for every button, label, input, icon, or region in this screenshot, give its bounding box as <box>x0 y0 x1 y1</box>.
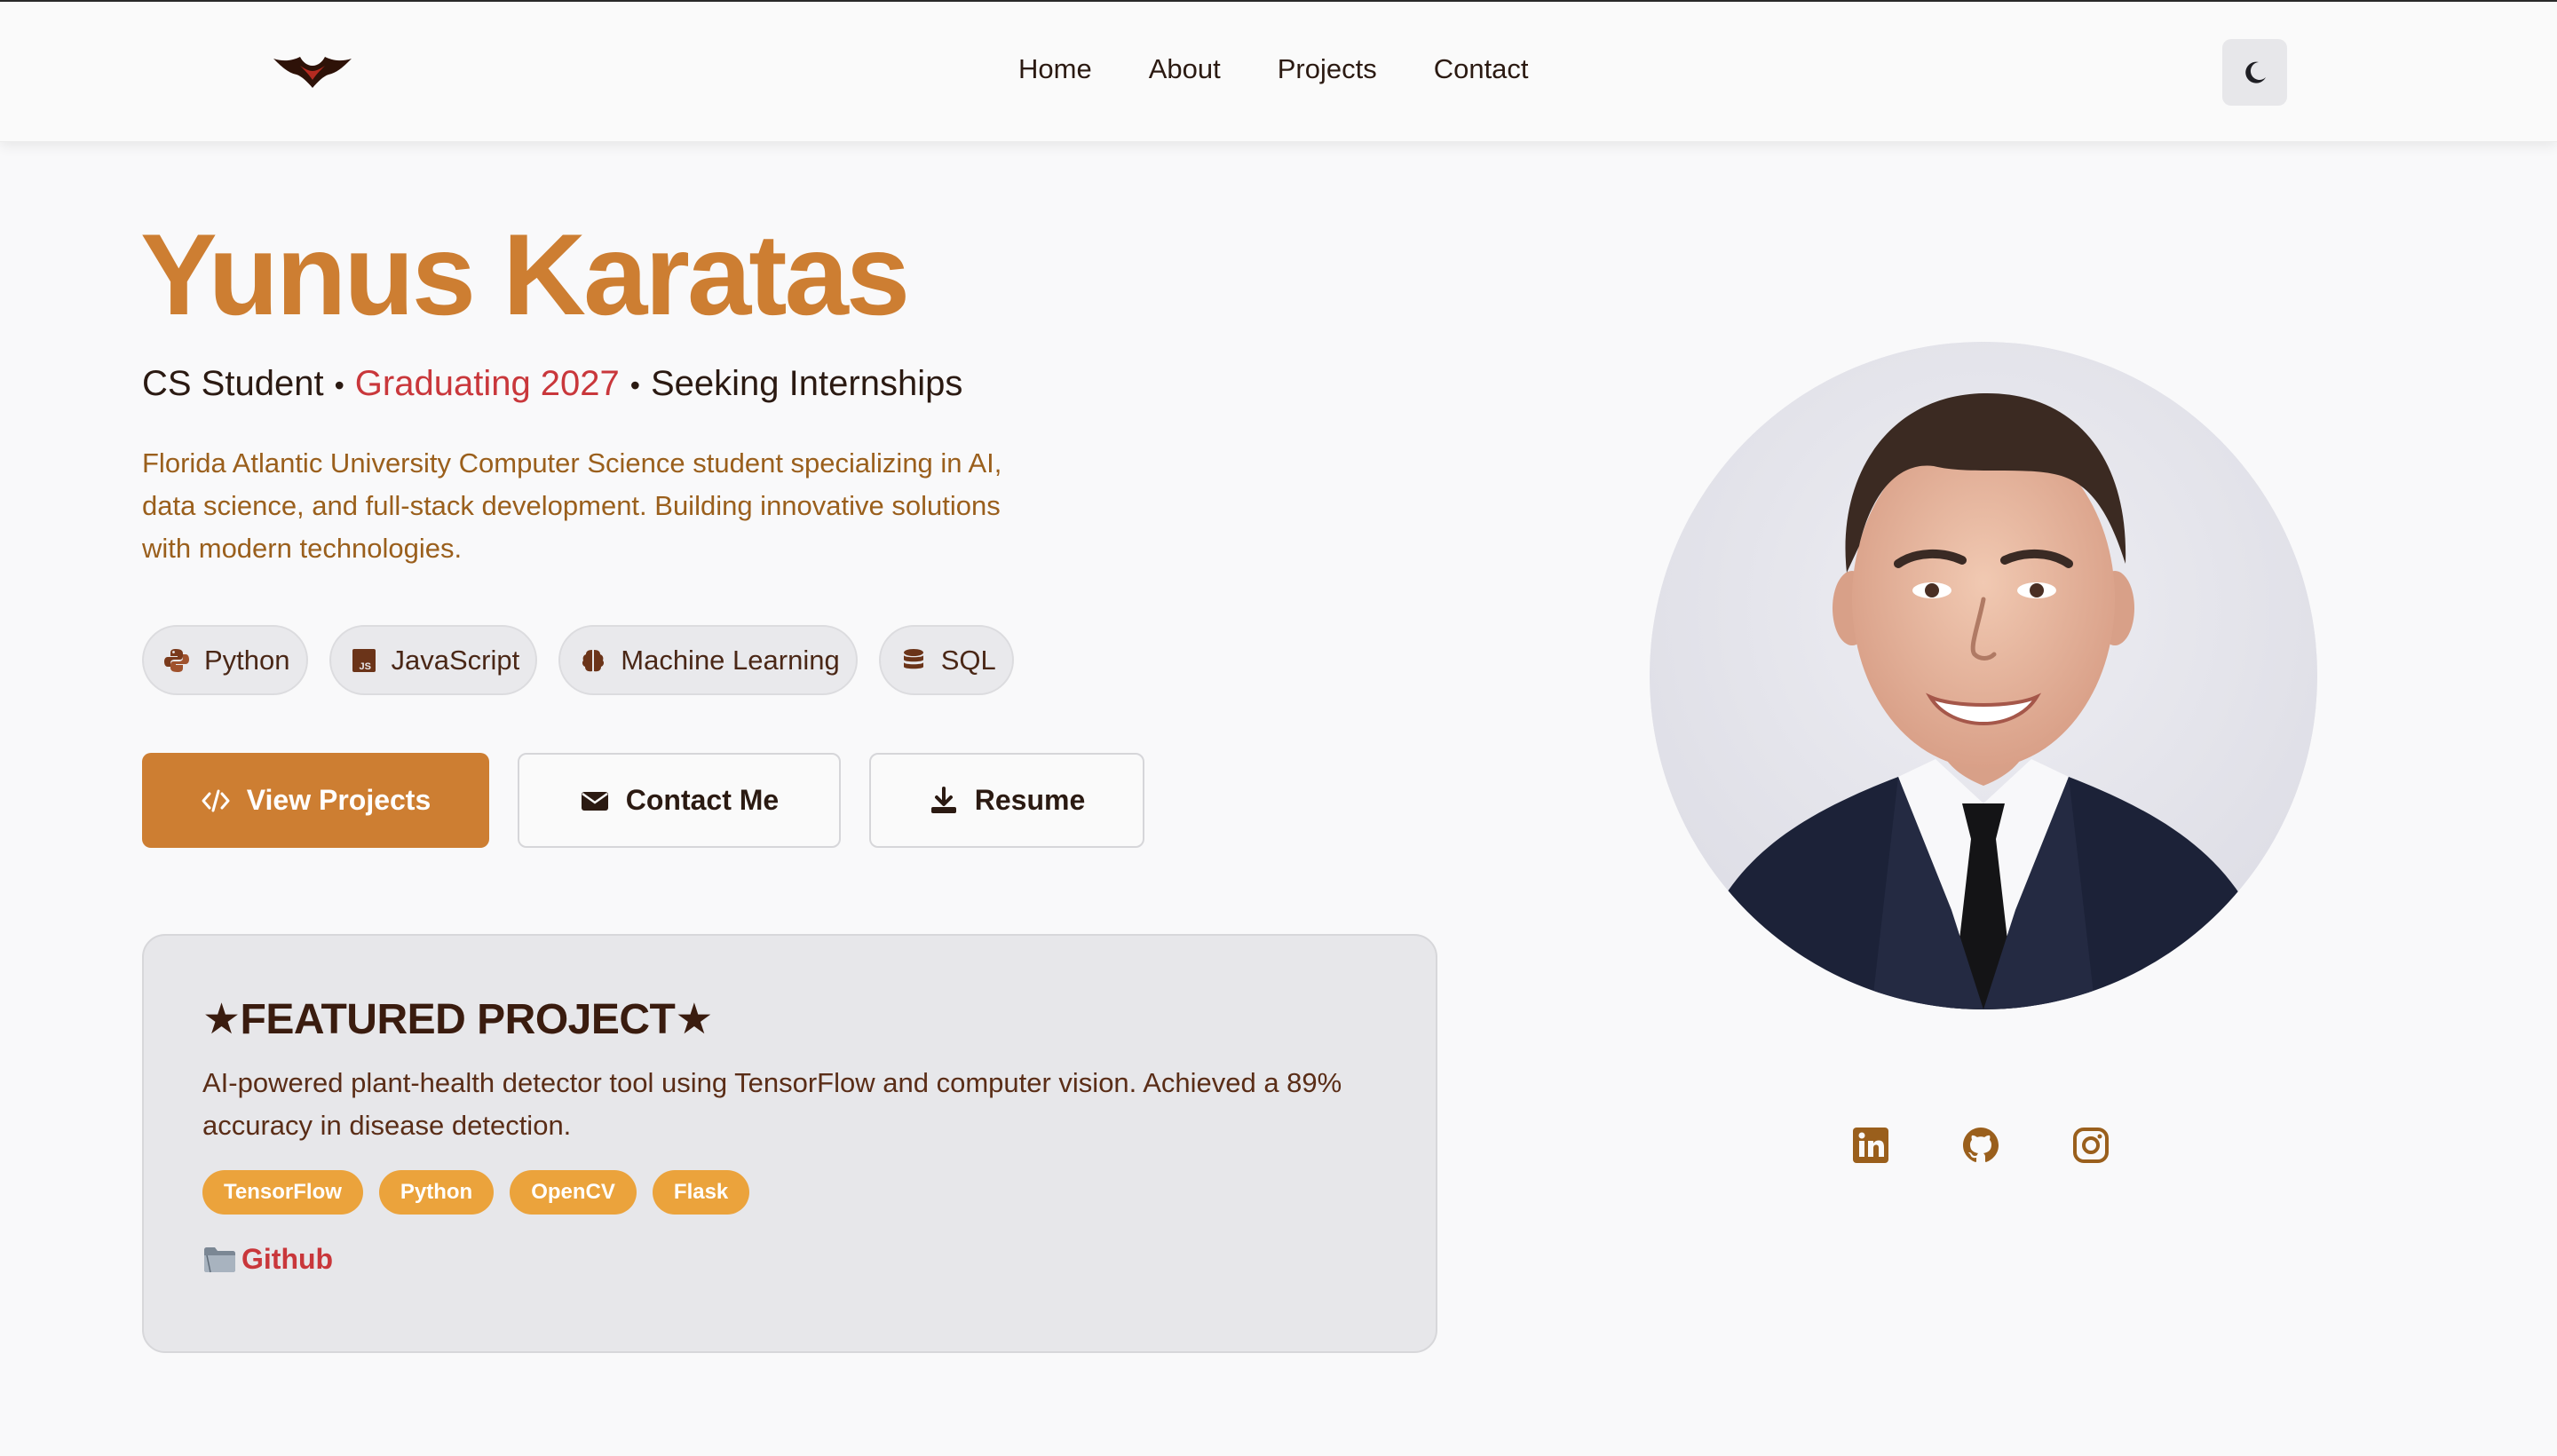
skills-list: Python JS JavaScript Machine Learning SQ… <box>142 625 1014 695</box>
tagline-graduation: Graduating 2027 <box>354 364 620 403</box>
featured-github-label: Github <box>241 1243 334 1275</box>
moon-icon <box>2244 61 2266 83</box>
tech-tag: TensorFlow <box>202 1170 363 1215</box>
tech-tag: Python <box>378 1170 495 1215</box>
skill-label: JavaScript <box>391 644 520 676</box>
view-projects-button[interactable]: View Projects <box>142 753 489 848</box>
view-projects-label: View Projects <box>246 784 431 816</box>
tech-tag: Flask <box>652 1170 750 1215</box>
tagline-separator: • <box>629 369 640 401</box>
featured-title: ★FEATURED PROJECT★ <box>202 996 713 1043</box>
nav-contact-link[interactable]: Contact <box>1434 53 1529 85</box>
hero-actions: View Projects Contact Me Resume <box>142 753 1144 848</box>
contact-me-label: Contact Me <box>625 784 780 816</box>
database-icon <box>903 648 923 669</box>
envelope-icon <box>581 791 608 811</box>
resume-button[interactable]: Resume <box>869 753 1144 848</box>
featured-description: AI-powered plant-health detector tool us… <box>202 1067 1342 1141</box>
svg-text:JS: JS <box>359 661 370 672</box>
nav-links: Home About Projects Contact <box>1018 53 1529 85</box>
instagram-icon[interactable] <box>2071 1126 2110 1165</box>
resume-label: Resume <box>974 784 1086 816</box>
hero-bio: Florida Atlantic University Computer Sci… <box>142 447 1002 564</box>
navbar: Home About Projects Contact <box>0 2 2557 142</box>
download-icon <box>930 786 956 813</box>
hero-tagline: CS Student • Graduating 2027 • Seeking Inter… <box>142 364 962 404</box>
nav-projects-link[interactable]: Projects <box>1278 53 1377 85</box>
bat-logo-icon[interactable] <box>273 55 352 89</box>
skill-label: SQL <box>940 644 996 676</box>
theme-toggle-button[interactable] <box>2222 39 2287 106</box>
skill-chip-python: Python <box>142 625 308 695</box>
skill-chip-machine-learning: Machine Learning <box>558 625 858 695</box>
tech-tag: OpenCV <box>510 1170 637 1215</box>
nav-about-link[interactable]: About <box>1149 53 1221 85</box>
featured-tags: TensorFlow Python OpenCV Flask <box>202 1170 1379 1215</box>
social-links <box>1851 1126 2110 1165</box>
hero-name: Yunus Karatas <box>140 210 910 339</box>
featured-github-link[interactable]: Github <box>202 1243 1379 1276</box>
profile-photo <box>1650 342 2317 1009</box>
skill-label: Python <box>204 644 290 676</box>
linkedin-icon[interactable] <box>1851 1126 1890 1165</box>
js-icon: JS <box>352 648 376 672</box>
tagline-role: CS Student <box>142 364 324 403</box>
skill-chip-javascript: JS JavaScript <box>329 625 538 695</box>
featured-project-card: ★FEATURED PROJECT★ AI-powered plant-heal… <box>142 934 1437 1353</box>
skill-chip-sql: SQL <box>878 625 1014 695</box>
folder-icon <box>204 1246 235 1272</box>
brain-icon <box>582 649 605 671</box>
skill-label: Machine Learning <box>621 644 840 676</box>
code-icon <box>202 789 230 811</box>
nav-home-link[interactable]: Home <box>1018 53 1092 85</box>
tagline-separator: • <box>334 369 344 401</box>
python-icon <box>164 648 189 672</box>
github-icon[interactable] <box>1961 1126 2000 1165</box>
contact-me-button[interactable]: Contact Me <box>518 753 841 848</box>
tagline-status: Seeking Internships <box>651 364 963 403</box>
